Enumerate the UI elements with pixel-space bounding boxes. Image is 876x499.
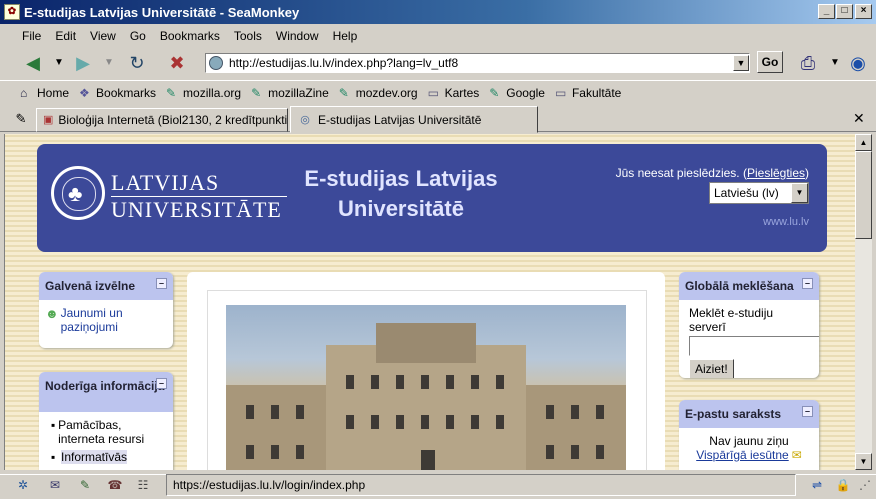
addressbook-icon[interactable]: ☷ bbox=[134, 478, 152, 494]
bookmark-mozilla-org[interactable]: ✎ mozilla.org bbox=[166, 86, 241, 100]
news-link[interactable]: Jaunumi un paziņojumi bbox=[61, 306, 167, 334]
chevron-down-icon: ▼ bbox=[791, 183, 808, 203]
menu-view[interactable]: View bbox=[90, 29, 116, 43]
menu-help[interactable]: Help bbox=[333, 29, 358, 43]
site-header: ♣ LATVIJAS UNIVERSITĀTE E-studijas Latvi… bbox=[37, 144, 827, 252]
www-link[interactable]: www.lu.lv bbox=[763, 216, 809, 228]
block-title: Globālā meklēšana bbox=[685, 279, 794, 293]
close-tab-icon[interactable]: ✕ bbox=[853, 110, 865, 127]
link-icon: ✎ bbox=[338, 85, 349, 100]
login-link[interactable]: Pieslēgties bbox=[747, 166, 805, 180]
back-icon[interactable]: ◀ bbox=[20, 50, 46, 76]
link-icon: ✎ bbox=[489, 85, 500, 100]
block-title: Noderīga informācija bbox=[45, 379, 165, 393]
bookmark-home[interactable]: ⌂ Home bbox=[20, 86, 69, 100]
main-content bbox=[187, 272, 665, 470]
online-icon[interactable]: ⇌ bbox=[808, 478, 826, 494]
email-list-block: E-pastu saraksts – Nav jaunu ziņu Vispārī… bbox=[679, 400, 819, 470]
users-icon: ☻ bbox=[45, 306, 59, 321]
inbox-link[interactable]: Vispārīgā iesūtne bbox=[696, 448, 789, 462]
folder-icon: ▭ bbox=[554, 85, 567, 100]
bookmark-mozdev-org[interactable]: ✎ mozdev.org bbox=[339, 86, 418, 100]
menu-bookmarks[interactable]: Bookmarks bbox=[160, 29, 220, 43]
go-button[interactable]: Go bbox=[757, 51, 783, 73]
seamonkey-throbber-icon[interactable]: ◉ bbox=[845, 50, 871, 76]
menu-bar: File Edit View Go Bookmarks Tools Window… bbox=[0, 26, 876, 46]
link-icon: ✎ bbox=[251, 85, 262, 100]
bookmark-bookmarks[interactable]: ❖ Bookmarks bbox=[79, 86, 156, 100]
page-viewport: ♣ LATVIJAS UNIVERSITĀTE E-studijas Latvi… bbox=[4, 134, 855, 470]
search-input[interactable] bbox=[689, 336, 819, 356]
university-logo[interactable]: LATVIJAS UNIVERSITĀTE bbox=[111, 172, 287, 221]
tab-bar: ✎ ▣ Bioloģija Internetā (Biol2130, 2 kre… bbox=[0, 106, 876, 133]
site-title: E-studijas Latvijas Universitātē bbox=[304, 166, 498, 221]
reload-icon[interactable]: ↻ bbox=[124, 50, 150, 76]
menu-go[interactable]: Go bbox=[130, 29, 146, 43]
composer-icon[interactable]: ✎ bbox=[76, 478, 94, 494]
seamonkey-icon: ✿ bbox=[4, 4, 20, 20]
login-info: Jūs neesat pieslēdzies. (Pieslēgties) bbox=[615, 166, 809, 180]
page-icon: ◎ bbox=[300, 113, 310, 126]
menu-edit[interactable]: Edit bbox=[55, 29, 76, 43]
global-search-block: Globālā meklēšana – Meklēt e-studiju serv… bbox=[679, 272, 819, 378]
block-title: Galvenā izvēlne bbox=[45, 279, 136, 293]
url-text: http://estudijas.lu.lv/index.php?lang=lv… bbox=[229, 56, 459, 70]
scroll-down-icon[interactable]: ▼ bbox=[855, 453, 872, 470]
menu-tools[interactable]: Tools bbox=[234, 29, 262, 43]
folder-icon: ▭ bbox=[427, 85, 439, 100]
collapse-icon[interactable]: – bbox=[156, 278, 167, 289]
maximize-button[interactable]: □ bbox=[836, 4, 853, 19]
window-title: E-studijas Latvijas Universitātē - SeaMo… bbox=[24, 4, 300, 20]
bookmark-fakultate[interactable]: ▭ Fakultāte bbox=[555, 86, 621, 100]
scroll-thumb[interactable] bbox=[855, 151, 872, 239]
bookmark-google[interactable]: ✎ Google bbox=[489, 86, 545, 100]
bookmarks-toolbar: ⌂ Home ❖ Bookmarks ✎ mozilla.org ✎ mozillaZi… bbox=[0, 80, 876, 104]
collapse-icon[interactable]: – bbox=[802, 278, 813, 289]
no-news-text: Nav jaunu ziņu bbox=[709, 434, 789, 448]
back-dropdown-icon[interactable]: ▼ bbox=[46, 50, 72, 76]
link-icon: ✎ bbox=[166, 85, 177, 100]
collapse-icon[interactable]: – bbox=[156, 378, 167, 389]
language-select[interactable]: Latviešu (lv) ▼ bbox=[709, 182, 809, 204]
tab-biologija[interactable]: ▣ Bioloģija Internetā (Biol2130, 2 kredī… bbox=[36, 108, 288, 132]
close-button[interactable]: × bbox=[855, 4, 872, 19]
list-item[interactable]: ▪ Informatīvās bbox=[51, 450, 167, 464]
university-seal-icon: ♣ bbox=[51, 166, 105, 220]
status-text: https://estudijas.lu.lv/login/index.php bbox=[166, 474, 796, 496]
security-lock-icon[interactable]: 🔒 bbox=[834, 478, 852, 494]
site-icon bbox=[209, 56, 223, 70]
chat-icon[interactable]: ☎ bbox=[106, 478, 124, 494]
collapse-icon[interactable]: – bbox=[802, 406, 813, 417]
navigator-icon[interactable]: ✲ bbox=[14, 478, 32, 494]
tab-estudijas[interactable]: ◎ E-studijas Latvijas Universitātē bbox=[290, 106, 538, 133]
bookmark-mozillazine[interactable]: ✎ mozillaZine bbox=[251, 86, 329, 100]
url-dropdown-icon[interactable]: ▼ bbox=[733, 55, 749, 71]
menu-window[interactable]: Window bbox=[276, 29, 319, 43]
page-icon: ▣ bbox=[43, 114, 54, 126]
menu-file[interactable]: File bbox=[22, 29, 41, 43]
vertical-scrollbar[interactable]: ▲ ▼ bbox=[855, 134, 872, 470]
mail-icon[interactable]: ✉ bbox=[46, 478, 64, 494]
print-icon[interactable]: ⎙ bbox=[795, 50, 821, 76]
list-item[interactable]: ▪ Pamācības, interneta resursi bbox=[51, 418, 167, 446]
stop-icon[interactable]: ✖ bbox=[164, 50, 190, 76]
bookmark-kartes[interactable]: ▭ Kartes bbox=[428, 86, 480, 100]
block-title: E-pastu saraksts bbox=[685, 407, 782, 421]
title-bar: ✿ E-studijas Latvijas Universitātē - Sea… bbox=[0, 0, 876, 24]
useful-info-block: Noderīga informācija – ▪ Pamācības, intern… bbox=[39, 372, 173, 470]
home-icon: ⌂ bbox=[20, 85, 28, 100]
search-label: Meklēt e-studiju serverī bbox=[689, 306, 774, 334]
scroll-up-icon[interactable]: ▲ bbox=[855, 134, 872, 151]
forward-dropdown-icon[interactable]: ▼ bbox=[96, 50, 122, 76]
forward-icon[interactable]: ▶ bbox=[70, 50, 96, 76]
bookmarks-icon: ❖ bbox=[79, 85, 90, 100]
main-menu-block: Galvenā izvēlne – ☻ Jaunumi un paziņojumi bbox=[39, 272, 173, 348]
envelope-icon: ✉ bbox=[791, 448, 802, 462]
minimize-button[interactable]: _ bbox=[818, 4, 835, 19]
search-button[interactable]: Aiziet! bbox=[689, 359, 734, 378]
resize-grip-icon[interactable]: ⋰ bbox=[856, 478, 874, 494]
university-building-photo bbox=[226, 305, 626, 470]
url-bar[interactable]: http://estudijas.lu.lv/index.php?lang=lv… bbox=[205, 53, 750, 73]
new-tab-icon[interactable]: ✎ bbox=[8, 106, 34, 132]
